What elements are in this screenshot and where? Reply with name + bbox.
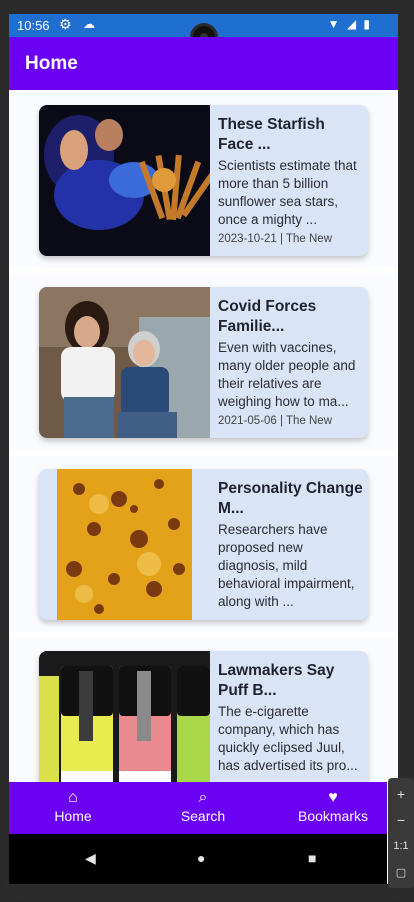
article-snippet: Even with vaccines, many older people an… xyxy=(218,340,356,409)
article-thumbnail xyxy=(39,287,210,438)
list-item: These Starfish Face ... Scientists estim… xyxy=(9,92,398,268)
article-meta: 2021-05-06 | The New xyxy=(218,415,333,427)
wifi-icon: ▼ xyxy=(327,17,342,31)
recents-icon[interactable]: ■ xyxy=(308,850,316,866)
nav-home-label: Home xyxy=(54,808,92,824)
article-snippet: Scientists estimate that more than 5 bil… xyxy=(218,158,357,227)
back-icon[interactable]: ◀ xyxy=(85,850,96,867)
phone-screen: 10:56 ⚙ ☁ ▼ ◢ ▮ Home These Starfish Face… xyxy=(9,14,398,884)
app-bar: Home xyxy=(9,37,398,90)
article-title: Lawmakers Say Puff B... xyxy=(218,662,335,699)
zoom-out-icon[interactable]: − xyxy=(388,812,414,828)
article-title: Covid Forces Familie... xyxy=(218,298,317,335)
article-meta: 2023-10-21 | The New xyxy=(218,233,333,245)
list-item: Covid Forces Familie... Even with vaccin… xyxy=(9,274,398,450)
fit-screen-icon[interactable]: ▢ xyxy=(388,866,414,879)
home-circle-icon[interactable]: ● xyxy=(197,850,205,866)
status-time: 10:56 xyxy=(17,18,50,33)
article-card-2[interactable]: Covid Forces Familie... Even with vaccin… xyxy=(39,287,368,438)
article-title: Personality Change M... xyxy=(218,480,363,517)
article-thumbnail xyxy=(39,469,210,620)
bottom-navigation: ⌂ Home ⌕ Search ♥ Bookmarks xyxy=(9,782,387,834)
zoom-reset-button[interactable]: 1:1 xyxy=(388,840,414,852)
nav-home[interactable]: ⌂ Home xyxy=(53,788,93,824)
page-title: Home xyxy=(25,53,78,74)
nav-bookmarks[interactable]: ♥ Bookmarks xyxy=(293,788,373,824)
article-card-1[interactable]: These Starfish Face ... Scientists estim… xyxy=(39,105,368,256)
battery-icon: ▮ xyxy=(363,17,372,31)
list-item: Personality Change M... Researchers have… xyxy=(9,456,398,632)
article-thumbnail xyxy=(39,651,210,782)
article-card-3[interactable]: Personality Change M... Researchers have… xyxy=(39,469,368,620)
article-thumbnail xyxy=(39,105,210,256)
list-item: Lawmakers Say Puff B... The e-cigarette … xyxy=(9,638,398,782)
cloud-icon: ☁ xyxy=(83,17,95,31)
article-title: These Starfish Face ... xyxy=(218,116,325,153)
search-icon: ⌕ xyxy=(198,789,208,806)
signal-icon: ◢ xyxy=(346,17,359,31)
gear-icon: ⚙ xyxy=(59,16,72,32)
article-card-4[interactable]: Lawmakers Say Puff B... The e-cigarette … xyxy=(39,651,368,782)
zoom-in-icon[interactable]: + xyxy=(388,786,414,802)
nav-bookmarks-label: Bookmarks xyxy=(297,808,369,824)
nav-search[interactable]: ⌕ Search xyxy=(177,788,229,824)
heart-icon: ♥ xyxy=(328,789,338,806)
nav-search-label: Search xyxy=(180,808,226,824)
emulator-side-toolbar: + − 1:1 ▢ xyxy=(388,778,414,888)
article-snippet: Researchers have proposed new diagnosis,… xyxy=(218,522,355,609)
home-icon: ⌂ xyxy=(68,789,78,806)
article-snippet: The e-cigarette company, which has quick… xyxy=(218,704,358,773)
system-navigation-bar: ◀ ● ■ xyxy=(9,834,387,884)
article-list[interactable]: These Starfish Face ... Scientists estim… xyxy=(9,90,398,782)
